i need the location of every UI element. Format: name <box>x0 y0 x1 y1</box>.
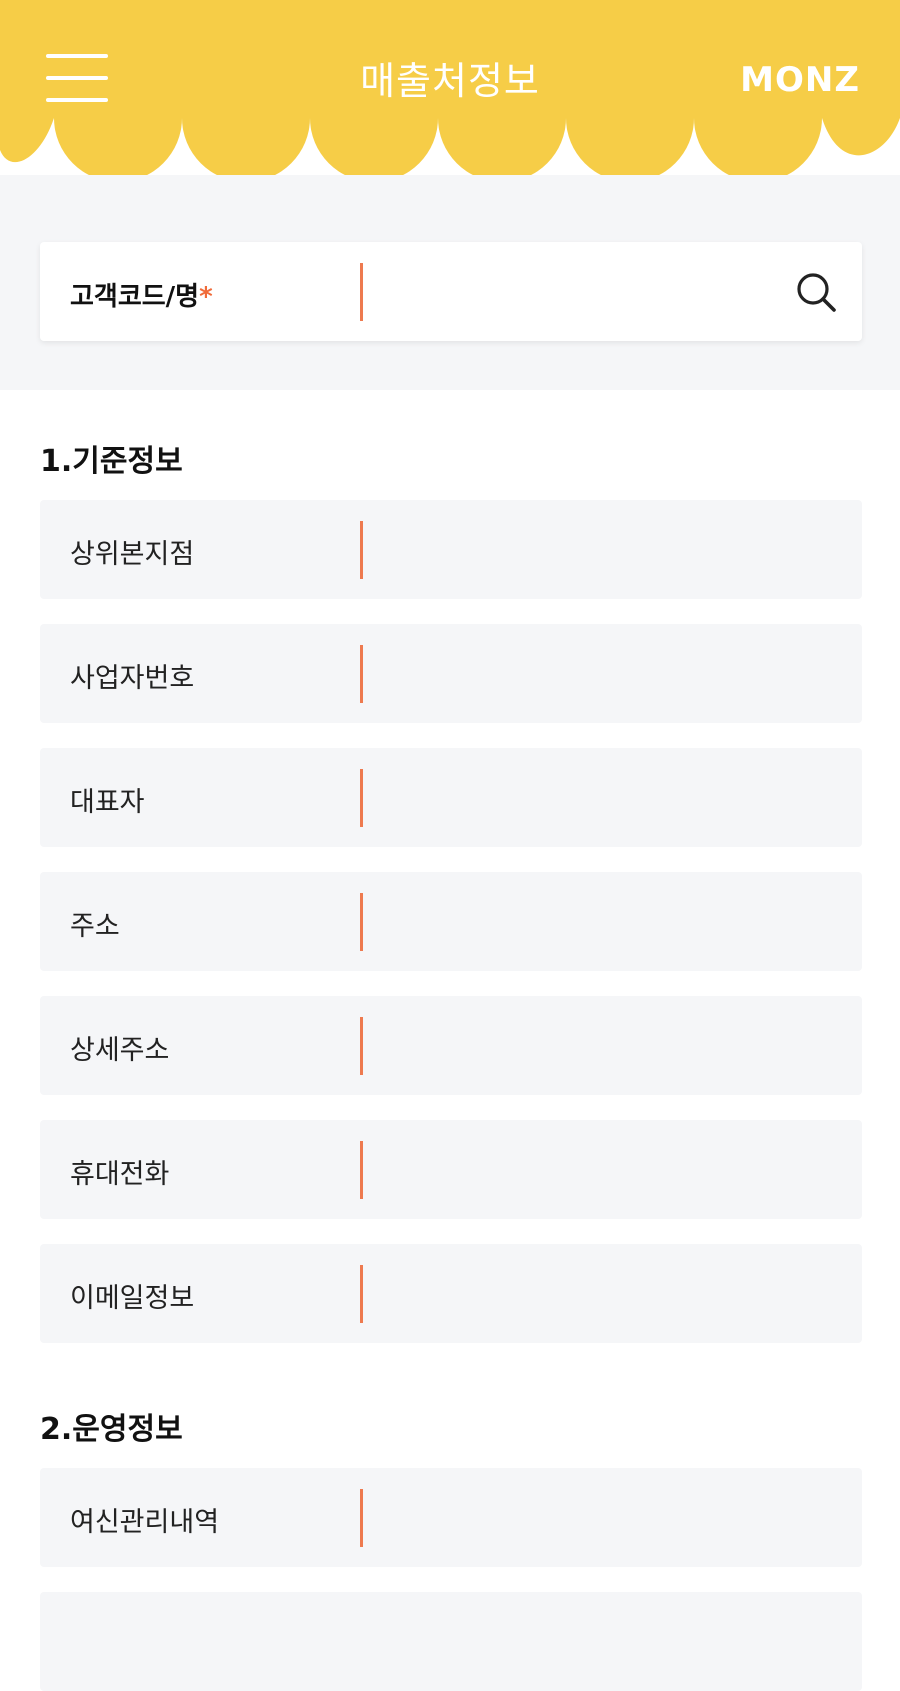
mobile-phone-input[interactable] <box>370 1140 840 1200</box>
search-area: 고객코드/명* <box>0 175 900 390</box>
field-business-number[interactable]: 사업자번호 <box>40 624 862 723</box>
field-label: 이메일정보 <box>70 1283 195 1314</box>
customer-search-field: 고객코드/명* <box>40 242 862 341</box>
field-credit-management[interactable]: 여신관리내역 <box>40 1468 862 1567</box>
field-parent-branch[interactable]: 상위본지점 <box>40 500 862 599</box>
email-input[interactable] <box>370 1264 840 1324</box>
field-representative[interactable]: 대표자 <box>40 748 862 847</box>
input-caret <box>360 645 363 703</box>
field-label: 대표자 <box>70 787 145 818</box>
input-caret <box>360 263 363 321</box>
business-number-input[interactable] <box>370 644 840 704</box>
field-label: 사업자번호 <box>70 663 195 694</box>
field-label: 주소 <box>70 911 120 942</box>
representative-input[interactable] <box>370 768 840 828</box>
input-caret <box>360 893 363 951</box>
credit-management-input[interactable] <box>370 1488 840 1548</box>
search-icon[interactable] <box>794 270 838 314</box>
field-label: 여신관리내역 <box>70 1507 220 1538</box>
required-mark: * <box>199 282 213 312</box>
address-input[interactable] <box>370 892 840 952</box>
input-caret <box>360 1489 363 1547</box>
customer-search-input[interactable] <box>370 262 780 322</box>
field-next-partial[interactable] <box>40 1592 862 1691</box>
field-label: 상위본지점 <box>70 539 195 570</box>
section-title-operation-info: 2.운영정보 <box>40 1412 183 1447</box>
input-caret <box>360 521 363 579</box>
customer-search-label: 고객코드/명* <box>70 282 213 312</box>
field-email[interactable]: 이메일정보 <box>40 1244 862 1343</box>
input-caret <box>360 1017 363 1075</box>
input-caret <box>360 1141 363 1199</box>
brand-logo: MONZ <box>740 60 860 100</box>
field-detail-address[interactable]: 상세주소 <box>40 996 862 1095</box>
detail-address-input[interactable] <box>370 1016 840 1076</box>
field-label: 휴대전화 <box>70 1159 170 1190</box>
app-header: 매출처정보 MONZ <box>0 0 900 175</box>
input-caret <box>360 769 363 827</box>
input-caret <box>360 1265 363 1323</box>
field-address[interactable]: 주소 <box>40 872 862 971</box>
parent-branch-input[interactable] <box>370 520 840 580</box>
section-title-basic-info: 1.기준정보 <box>40 444 183 479</box>
field-mobile-phone[interactable]: 휴대전화 <box>40 1120 862 1219</box>
field-label: 상세주소 <box>70 1035 170 1066</box>
